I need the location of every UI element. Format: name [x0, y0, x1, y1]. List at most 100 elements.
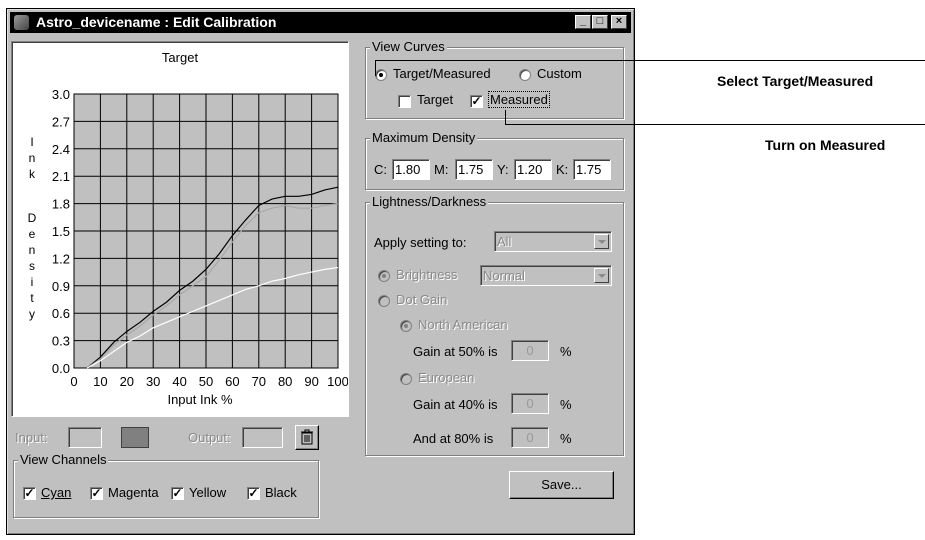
north-american-label: North American — [418, 317, 508, 332]
maximum-density-label: Maximum Density — [370, 130, 478, 145]
x-tick-label: 20 — [120, 374, 134, 389]
black-label: Black — [265, 485, 297, 500]
title-bar: Astro_devicename : Edit Calibration _ □ … — [10, 12, 631, 33]
y-axis-label-letter: n — [29, 243, 36, 257]
annotation-select-target-measured: Select Target/Measured — [717, 73, 874, 89]
callout-line-select — [375, 60, 925, 61]
y-axis-label-letter: t — [30, 291, 34, 305]
lightness-darkness-group: Lightness/Darkness Apply setting to: All… — [365, 194, 624, 456]
y-tick-label: 0.9 — [52, 279, 70, 294]
cyan-label: Cyan — [41, 485, 72, 500]
y-tick-label: 0.6 — [52, 306, 70, 321]
and80-field[interactable]: 0 — [511, 427, 549, 448]
close-button[interactable]: × — [611, 15, 627, 29]
dot-gain-label: Dot Gain — [396, 292, 448, 307]
callout-line-select-tick — [375, 60, 376, 76]
and80-label: And at 80% is — [413, 431, 494, 446]
m-density-field[interactable]: 1.75 — [455, 159, 493, 180]
calibration-chart: 0 10 20 30 40 50 60 70 80 90 100 0.0 0.3 0.6 0.9 1.2 1.5… — [28, 87, 348, 407]
x-tick-label: 70 — [252, 374, 266, 389]
x-tick-label: 30 — [146, 374, 160, 389]
y-tick-label: 0.0 — [52, 361, 70, 376]
view-channels-group: View Channels ✓ Cyan ✓ Magenta ✓ Yellow … — [13, 452, 319, 518]
x-tick-label: 50 — [199, 374, 213, 389]
brightness-radio[interactable] — [378, 270, 390, 282]
measured-checkbox-label: Measured — [488, 91, 550, 108]
north-american-radio[interactable] — [400, 320, 412, 332]
view-channels-label: View Channels — [18, 452, 109, 467]
x-tick-label: 80 — [278, 374, 292, 389]
minimize-button[interactable]: _ — [575, 15, 591, 29]
x-axis-label: Input Ink % — [167, 392, 232, 407]
measured-checkbox[interactable]: ✓ — [470, 95, 483, 108]
black-checkbox[interactable]: ✓ — [247, 487, 260, 500]
output-field[interactable] — [242, 427, 283, 448]
target-chart-panel: Target 0 10 20 30 40 50 60 70 80 90 100 0.0 0.3 0.6 0.… — [11, 41, 349, 417]
input-field[interactable] — [68, 427, 102, 448]
y-tick-label: 1.8 — [52, 197, 70, 212]
apply-setting-dropdown[interactable]: All — [494, 231, 612, 252]
gain40-field[interactable]: 0 — [511, 393, 549, 414]
y-axis-label-letter: D — [28, 211, 37, 225]
european-radio[interactable] — [400, 373, 412, 385]
gain40-label: Gain at 40% is — [413, 397, 498, 412]
y-tick-label: 1.5 — [52, 224, 70, 239]
y-tick-label: 2.4 — [52, 142, 70, 157]
y-axis-label-letter: i — [31, 275, 34, 289]
save-button[interactable]: Save... — [509, 471, 614, 499]
dot-gain-radio[interactable] — [378, 295, 390, 307]
y-axis-label-letter: n — [29, 151, 36, 165]
app-icon — [14, 15, 29, 30]
apply-setting-label: Apply setting to: — [374, 235, 467, 250]
k-label: K: — [556, 162, 569, 177]
y-axis-label-letter: s — [29, 259, 35, 273]
k-density-field[interactable]: 1.75 — [573, 159, 611, 180]
brightness-dropdown[interactable]: Normal — [480, 265, 612, 286]
target-checkbox[interactable] — [398, 95, 411, 108]
callout-line-measured-tick — [505, 110, 506, 125]
and80-percent: % — [560, 431, 572, 446]
input-label: Input: — [15, 430, 48, 445]
y-tick-label: 2.1 — [52, 169, 70, 184]
cyan-checkbox[interactable]: ✓ — [23, 487, 36, 500]
m-label: M: — [434, 162, 449, 177]
lightness-darkness-label: Lightness/Darkness — [370, 194, 489, 209]
view-curves-label: View Curves — [370, 39, 447, 54]
window-title: Astro_devicename : Edit Calibration — [36, 14, 277, 30]
magenta-checkbox[interactable]: ✓ — [90, 487, 103, 500]
x-tick-label: 100 — [327, 374, 348, 389]
target-measured-label: Target/Measured — [393, 66, 491, 81]
annotation-turn-on-measured: Turn on Measured — [765, 137, 886, 153]
magenta-label: Magenta — [108, 485, 159, 500]
output-label: Output: — [188, 430, 231, 445]
y-axis-label-letter: I — [30, 135, 33, 149]
brightness-label: Brightness — [396, 267, 458, 282]
gain50-field[interactable]: 0 — [511, 340, 549, 361]
x-tick-label: 10 — [93, 374, 107, 389]
gain50-percent: % — [560, 344, 572, 359]
target-checkbox-label: Target — [417, 92, 454, 107]
y-axis-label-letter: k — [29, 167, 36, 181]
target-measured-radio[interactable] — [375, 69, 387, 81]
x-tick-label: 0 — [70, 374, 77, 389]
view-curves-group: View Curves Target/Measured Custom Targe… — [365, 39, 624, 119]
y-label: Y: — [497, 162, 509, 177]
y-density-field[interactable]: 1.20 — [514, 159, 552, 180]
c-density-field[interactable]: 1.80 — [392, 159, 430, 180]
callout-line-measured — [505, 124, 925, 125]
y-axis-label-letter: e — [29, 227, 36, 241]
color-swatch — [121, 427, 149, 448]
european-label: European — [418, 370, 475, 385]
maximum-density-group: Maximum Density C: 1.80 M: 1.75 Y: 1.20 … — [365, 130, 624, 190]
custom-label: Custom — [537, 66, 582, 81]
trash-button[interactable] — [295, 425, 319, 450]
yellow-label: Yellow — [189, 485, 227, 500]
y-tick-label: 3.0 — [52, 87, 70, 102]
yellow-checkbox[interactable]: ✓ — [171, 487, 184, 500]
maximize-button[interactable]: □ — [592, 15, 608, 29]
gain40-percent: % — [560, 397, 572, 412]
custom-radio[interactable] — [519, 69, 531, 81]
x-tick-label: 60 — [225, 374, 239, 389]
chevron-down-icon — [594, 234, 609, 249]
gain50-label: Gain at 50% is — [413, 344, 498, 359]
